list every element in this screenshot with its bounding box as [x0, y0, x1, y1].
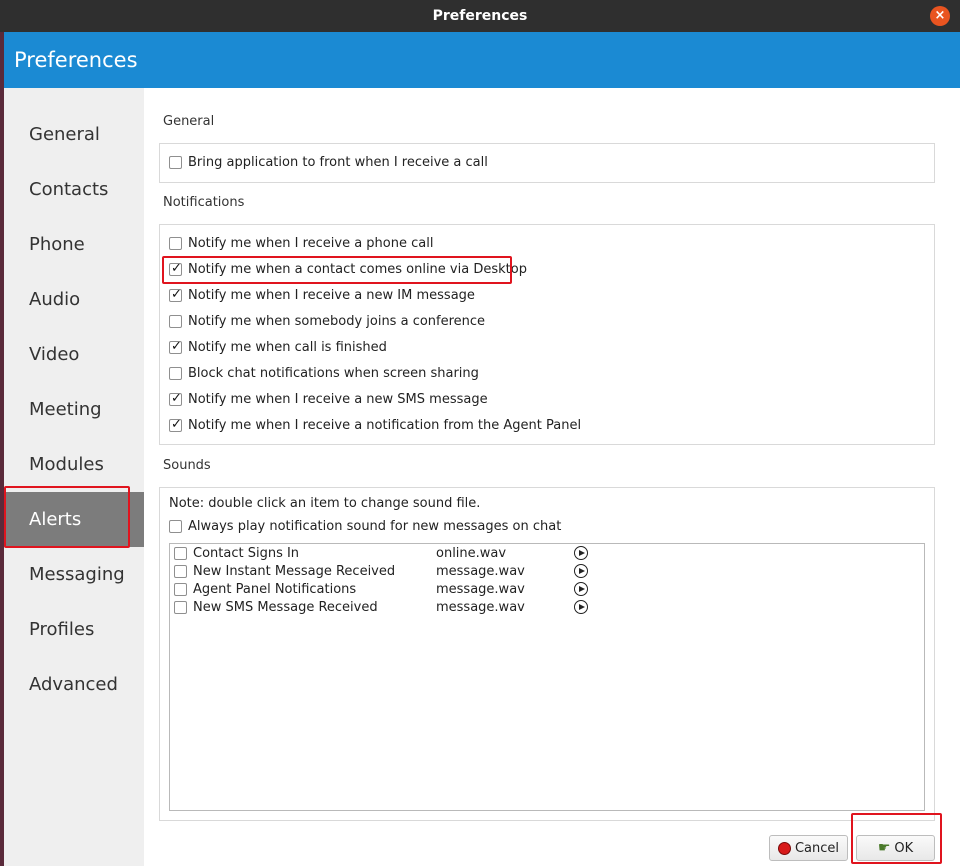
sidebar-item-contacts[interactable]: Contacts — [4, 162, 144, 217]
sidebar-item-video[interactable]: Video — [4, 327, 144, 382]
sidebar-item-label: Audio — [29, 289, 81, 310]
close-icon[interactable]: × — [930, 6, 950, 26]
ok-button[interactable]: ☛ OK — [856, 835, 935, 861]
sound-name: Contact Signs In — [193, 545, 300, 561]
cancel-label: Cancel — [794, 840, 840, 856]
list-item[interactable]: New SMS Message Received message.wav — [174, 598, 594, 616]
checkbox[interactable] — [169, 339, 182, 354]
checkbox[interactable] — [169, 366, 182, 380]
sidebar-item-label: Profiles — [29, 619, 95, 640]
option-notify-call-finished[interactable]: Notify me when call is finished — [169, 338, 387, 356]
option-label: Notify me when I receive a notification … — [188, 417, 582, 433]
option-block-chat-screen-sharing[interactable]: Block chat notifications when screen sha… — [169, 364, 479, 382]
sidebar-item-label: Advanced — [29, 674, 118, 695]
option-notify-agent-panel[interactable]: Notify me when I receive a notification … — [169, 416, 581, 434]
sidebar-item-label: Messaging — [29, 564, 125, 585]
section-title-notifications: Notifications — [163, 195, 245, 210]
option-bring-to-front[interactable]: Bring application to front when I receiv… — [169, 153, 488, 171]
option-notify-sms-message[interactable]: Notify me when I receive a new SMS messa… — [169, 390, 488, 408]
ok-hand-icon: ☛ — [877, 840, 891, 856]
header-title: Preferences — [14, 48, 138, 72]
play-icon[interactable] — [574, 600, 588, 614]
sounds-note: Note: double click an item to change sou… — [169, 496, 481, 511]
option-label: Notify me when I receive a phone call — [188, 235, 434, 251]
notifications-group — [159, 224, 935, 445]
sound-file: online.wav — [436, 545, 507, 561]
cancel-icon — [777, 841, 791, 855]
sidebar-item-label: General — [29, 124, 100, 145]
sidebar-item-general[interactable]: General — [4, 107, 144, 162]
sound-name: New SMS Message Received — [193, 599, 378, 615]
checkbox[interactable] — [169, 417, 182, 432]
sidebar-item-label: Phone — [29, 234, 85, 255]
sidebar-item-messaging[interactable]: Messaging — [4, 547, 144, 602]
checkbox[interactable] — [169, 236, 182, 250]
sidebar-item-advanced[interactable]: Advanced — [4, 657, 144, 712]
option-label: Notify me when I receive a new IM messag… — [188, 287, 475, 303]
sidebar-item-label: Contacts — [29, 179, 109, 200]
sidebar-item-label: Modules — [29, 454, 104, 475]
option-label: Always play notification sound for new m… — [188, 518, 562, 534]
sidebar: General Contacts Phone Audio Video Meeti… — [4, 88, 144, 866]
sidebar-item-audio[interactable]: Audio — [4, 272, 144, 327]
sound-file: message.wav — [436, 563, 525, 579]
list-item[interactable]: Contact Signs In online.wav — [174, 544, 594, 562]
option-notify-phone-call[interactable]: Notify me when I receive a phone call — [169, 234, 433, 252]
sidebar-item-meeting[interactable]: Meeting — [4, 382, 144, 437]
window-title: Preferences — [432, 8, 528, 24]
sounds-list[interactable]: Contact Signs In online.wav New Instant … — [169, 543, 925, 811]
option-notify-im-message[interactable]: Notify me when I receive a new IM messag… — [169, 286, 475, 304]
sound-name: Agent Panel Notifications — [193, 581, 357, 597]
option-always-play-sound[interactable]: Always play notification sound for new m… — [169, 517, 561, 535]
checkbox[interactable] — [174, 546, 187, 560]
sound-file: message.wav — [436, 581, 525, 597]
sidebar-item-alerts[interactable]: Alerts — [4, 492, 144, 547]
window-titlebar: Preferences × — [0, 0, 960, 32]
section-title-sounds: Sounds — [163, 458, 211, 473]
option-label: Notify me when I receive a new SMS messa… — [188, 391, 488, 407]
sound-file: message.wav — [436, 599, 525, 615]
option-label: Bring application to front when I receiv… — [188, 154, 488, 170]
play-icon[interactable] — [574, 582, 588, 596]
sound-name: New Instant Message Received — [193, 563, 396, 579]
play-icon[interactable] — [574, 546, 588, 560]
sidebar-item-profiles[interactable]: Profiles — [4, 602, 144, 657]
checkbox[interactable] — [169, 155, 182, 169]
option-label: Notify me when a contact comes online vi… — [188, 261, 527, 277]
checkbox[interactable] — [169, 261, 182, 276]
sidebar-item-label: Alerts — [29, 509, 82, 530]
play-icon[interactable] — [574, 564, 588, 578]
list-item[interactable]: Agent Panel Notifications message.wav — [174, 580, 594, 598]
checkbox[interactable] — [174, 600, 187, 614]
checkbox[interactable] — [174, 564, 187, 578]
sidebar-item-phone[interactable]: Phone — [4, 217, 144, 272]
section-title-general: General — [163, 114, 215, 129]
checkbox[interactable] — [169, 287, 182, 302]
option-label: Notify me when call is finished — [188, 339, 387, 355]
checkbox[interactable] — [169, 519, 182, 533]
checkbox[interactable] — [169, 391, 182, 406]
option-label: Notify me when somebody joins a conferen… — [188, 313, 486, 329]
sidebar-item-modules[interactable]: Modules — [4, 437, 144, 492]
checkbox[interactable] — [169, 314, 182, 328]
list-item[interactable]: New Instant Message Received message.wav — [174, 562, 594, 580]
sidebar-item-label: Meeting — [29, 399, 102, 420]
cancel-button[interactable]: Cancel — [769, 835, 848, 861]
option-notify-conference-join[interactable]: Notify me when somebody joins a conferen… — [169, 312, 485, 330]
sidebar-item-label: Video — [29, 344, 80, 365]
option-notify-contact-online[interactable]: Notify me when a contact comes online vi… — [169, 260, 527, 278]
checkbox[interactable] — [174, 582, 187, 596]
option-label: Block chat notifications when screen sha… — [188, 365, 479, 381]
ok-label: OK — [894, 840, 914, 856]
preferences-header: Preferences — [4, 32, 960, 88]
